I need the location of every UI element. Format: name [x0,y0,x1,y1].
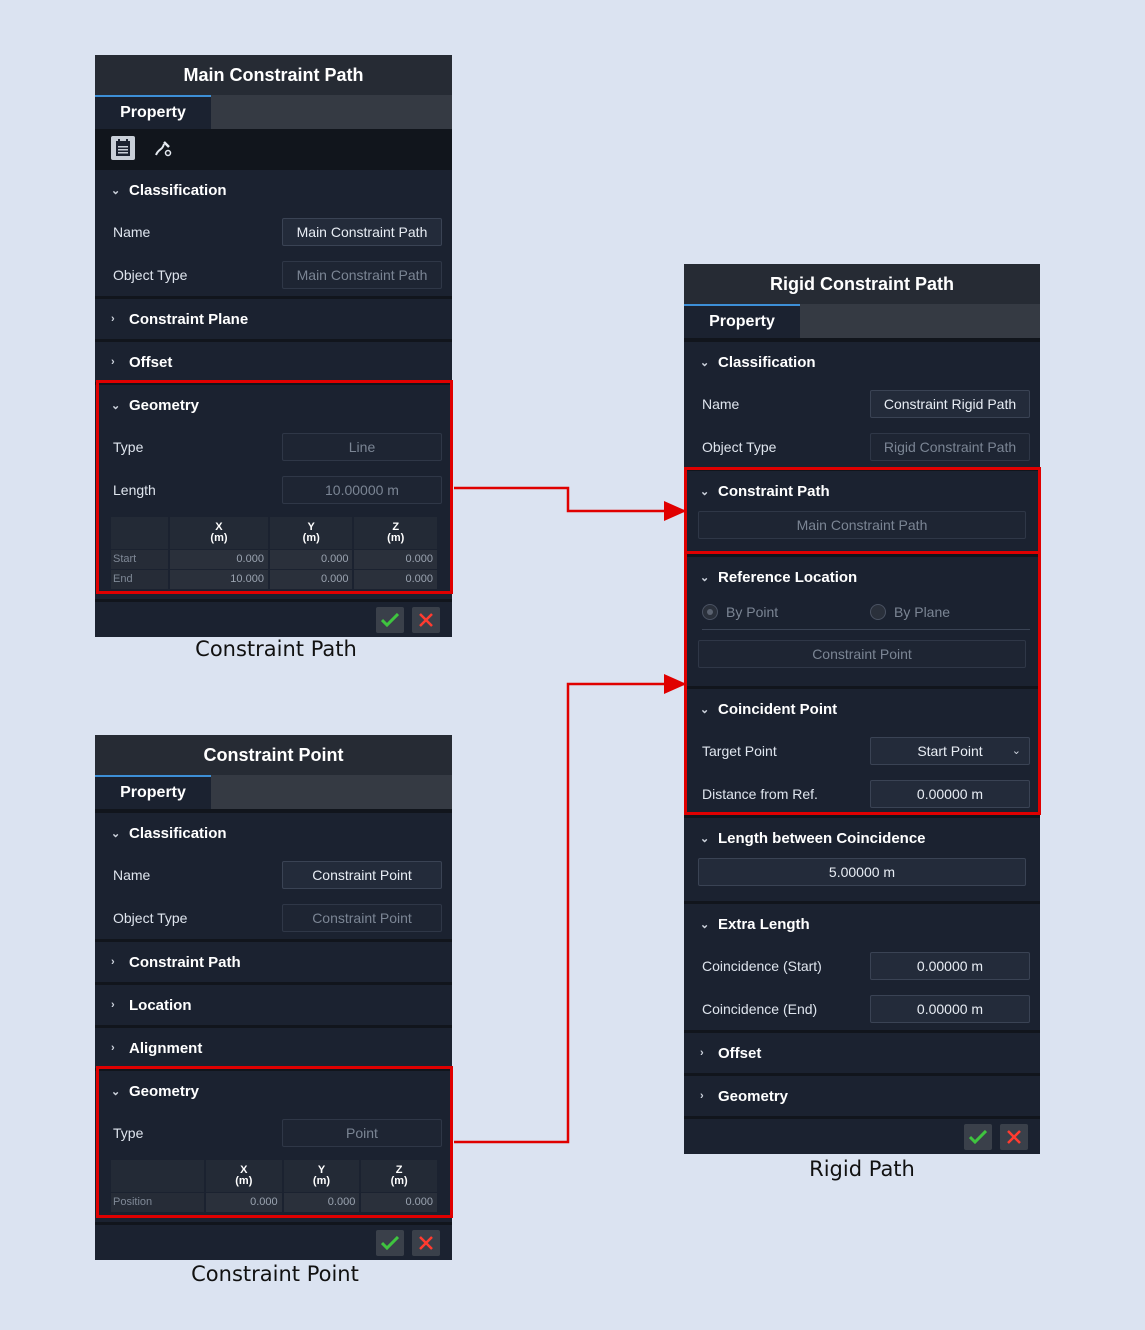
arrow-point-to-rigid [454,674,687,1144]
connector-arrows [454,486,687,1144]
arrow-path-to-rigid [454,486,687,521]
